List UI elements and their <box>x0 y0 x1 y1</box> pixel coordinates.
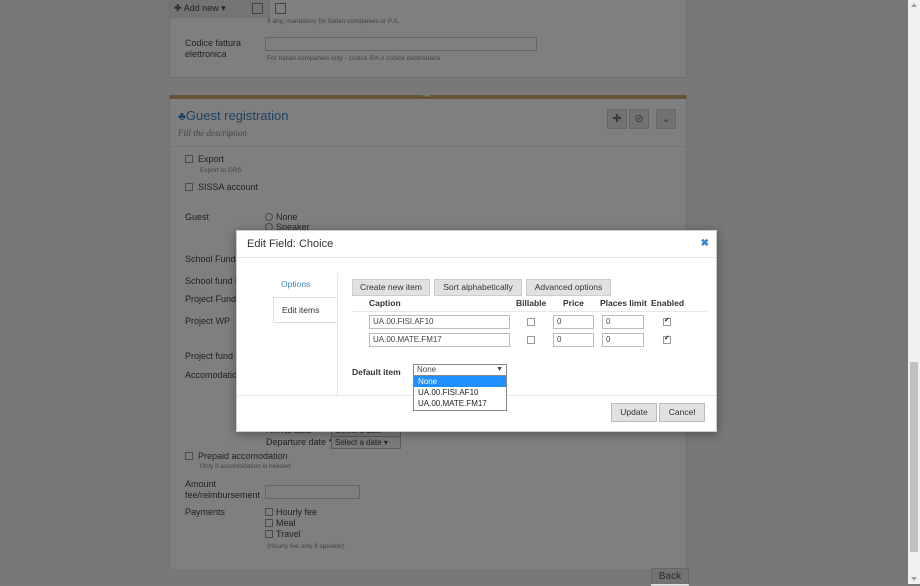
default-item-label: Default item <box>352 367 401 377</box>
table-header-divider <box>352 311 707 312</box>
sort-alphabetically-button[interactable]: Sort alphabetically <box>434 279 522 296</box>
places-limit-input[interactable]: 0 <box>602 333 644 347</box>
advanced-options-button[interactable]: Advanced options <box>526 279 611 296</box>
vertical-scrollbar[interactable] <box>908 0 920 584</box>
scroll-down-icon[interactable] <box>911 577 917 581</box>
tab-edit-items[interactable]: Edit items <box>273 297 338 323</box>
tab-options-label: Options <box>281 279 311 289</box>
scroll-up-icon[interactable] <box>911 3 917 7</box>
price-input[interactable]: 0 <box>553 315 594 329</box>
caption-input[interactable]: UA.00.FISI.AF10 <box>369 315 510 329</box>
enabled-checkbox[interactable] <box>663 316 671 326</box>
option-none[interactable]: None <box>414 376 506 387</box>
create-new-item-button[interactable]: Create new item <box>352 279 430 296</box>
tab-divider <box>337 273 338 397</box>
tab-edit-items-label: Edit items <box>282 305 320 315</box>
enabled-checkbox[interactable] <box>663 334 671 344</box>
billable-checkbox[interactable] <box>527 336 535 344</box>
dialog-header-divider <box>237 257 716 258</box>
billable-checkbox[interactable] <box>527 318 535 326</box>
scrollbar-thumb[interactable] <box>910 362 918 552</box>
price-input[interactable]: 0 <box>553 333 594 347</box>
option-fisi-af10[interactable]: UA.00.FISI.AF10 <box>414 387 506 398</box>
cancel-button[interactable]: Cancel <box>659 403 705 422</box>
close-icon[interactable]: ✖ <box>701 238 709 249</box>
default-item-options: None UA.00.FISI.AF10 UA.00.MATE.FM17 <box>413 375 507 411</box>
dropdown-arrow-icon: ▼ <box>496 366 503 373</box>
caption-input[interactable]: UA.00.MATE.FM17 <box>369 333 510 347</box>
col-billable: Billable <box>516 298 547 308</box>
col-price: Price <box>563 298 584 308</box>
option-mate-fm17[interactable]: UA.00.MATE.FM17 <box>414 398 506 409</box>
update-button[interactable]: Update <box>611 403 657 422</box>
col-enabled: Enabled <box>651 298 685 308</box>
places-limit-input[interactable]: 0 <box>602 315 644 329</box>
edit-field-dialog: Edit Field: Choice ✖ Options Edit items … <box>236 230 717 432</box>
col-caption: Caption <box>369 298 401 308</box>
tab-options[interactable]: Options <box>274 273 338 297</box>
col-places-limit: Places limit <box>600 298 647 308</box>
dialog-title: Edit Field: Choice <box>247 238 334 250</box>
default-item-value: None <box>417 365 437 374</box>
